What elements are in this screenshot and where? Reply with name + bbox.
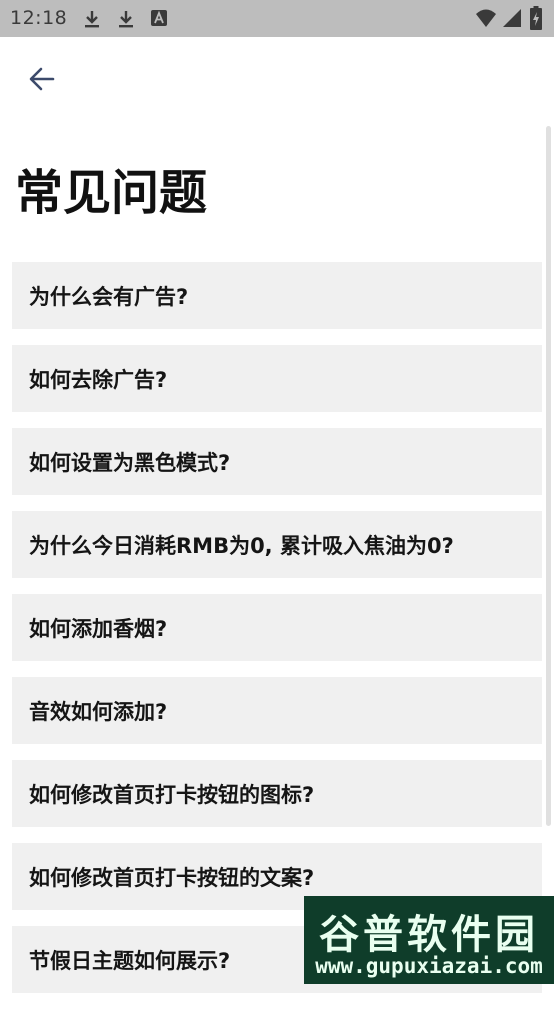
scrollbar[interactable]	[546, 126, 551, 826]
faq-item[interactable]: 为什么今日消耗RMB为0, 累计吸入焦油为0?	[12, 511, 542, 578]
arrow-left-icon	[28, 65, 56, 97]
faq-item-label: 音效如何添加?	[29, 699, 168, 724]
download-icon	[82, 9, 102, 33]
faq-item[interactable]: 如何添加香烟?	[12, 594, 542, 661]
back-button[interactable]	[20, 59, 64, 103]
faq-item[interactable]: 如何去除广告?	[12, 345, 542, 412]
faq-item-label: 如何修改首页打卡按钮的文案?	[29, 865, 315, 890]
signal-icon	[502, 8, 522, 32]
wifi-icon	[475, 8, 497, 32]
faq-item-label: 如何添加香烟?	[29, 616, 168, 641]
faq-item-label: 节假日主题如何展示?	[29, 948, 231, 973]
battery-icon	[530, 6, 542, 34]
download-icon	[116, 9, 136, 33]
faq-item-label: 如何设置为黑色模式?	[29, 450, 231, 475]
status-bar: 12:18	[0, 0, 554, 37]
watermark: 谷普软件园 www.gupuxiazai.com	[304, 896, 554, 984]
watermark-url: www.gupuxiazai.com	[315, 954, 543, 978]
faq-item-label: 如何修改首页打卡按钮的图标?	[29, 782, 315, 807]
faq-item-label: 如何去除广告?	[29, 367, 168, 392]
page-title: 常见问题	[15, 165, 208, 221]
status-time: 12:18	[10, 7, 68, 29]
faq-item[interactable]: 如何修改首页打卡按钮的图标?	[12, 760, 542, 827]
faq-item-label: 为什么会有广告?	[29, 284, 189, 309]
watermark-name: 谷普软件园	[319, 912, 539, 958]
font-app-icon	[150, 9, 168, 31]
faq-item[interactable]: 为什么会有广告?	[12, 262, 542, 329]
faq-item-label: 为什么今日消耗RMB为0, 累计吸入焦油为0?	[29, 533, 454, 558]
app-bar	[0, 37, 554, 123]
faq-item[interactable]: 音效如何添加?	[12, 677, 542, 744]
faq-item[interactable]: 如何设置为黑色模式?	[12, 428, 542, 495]
